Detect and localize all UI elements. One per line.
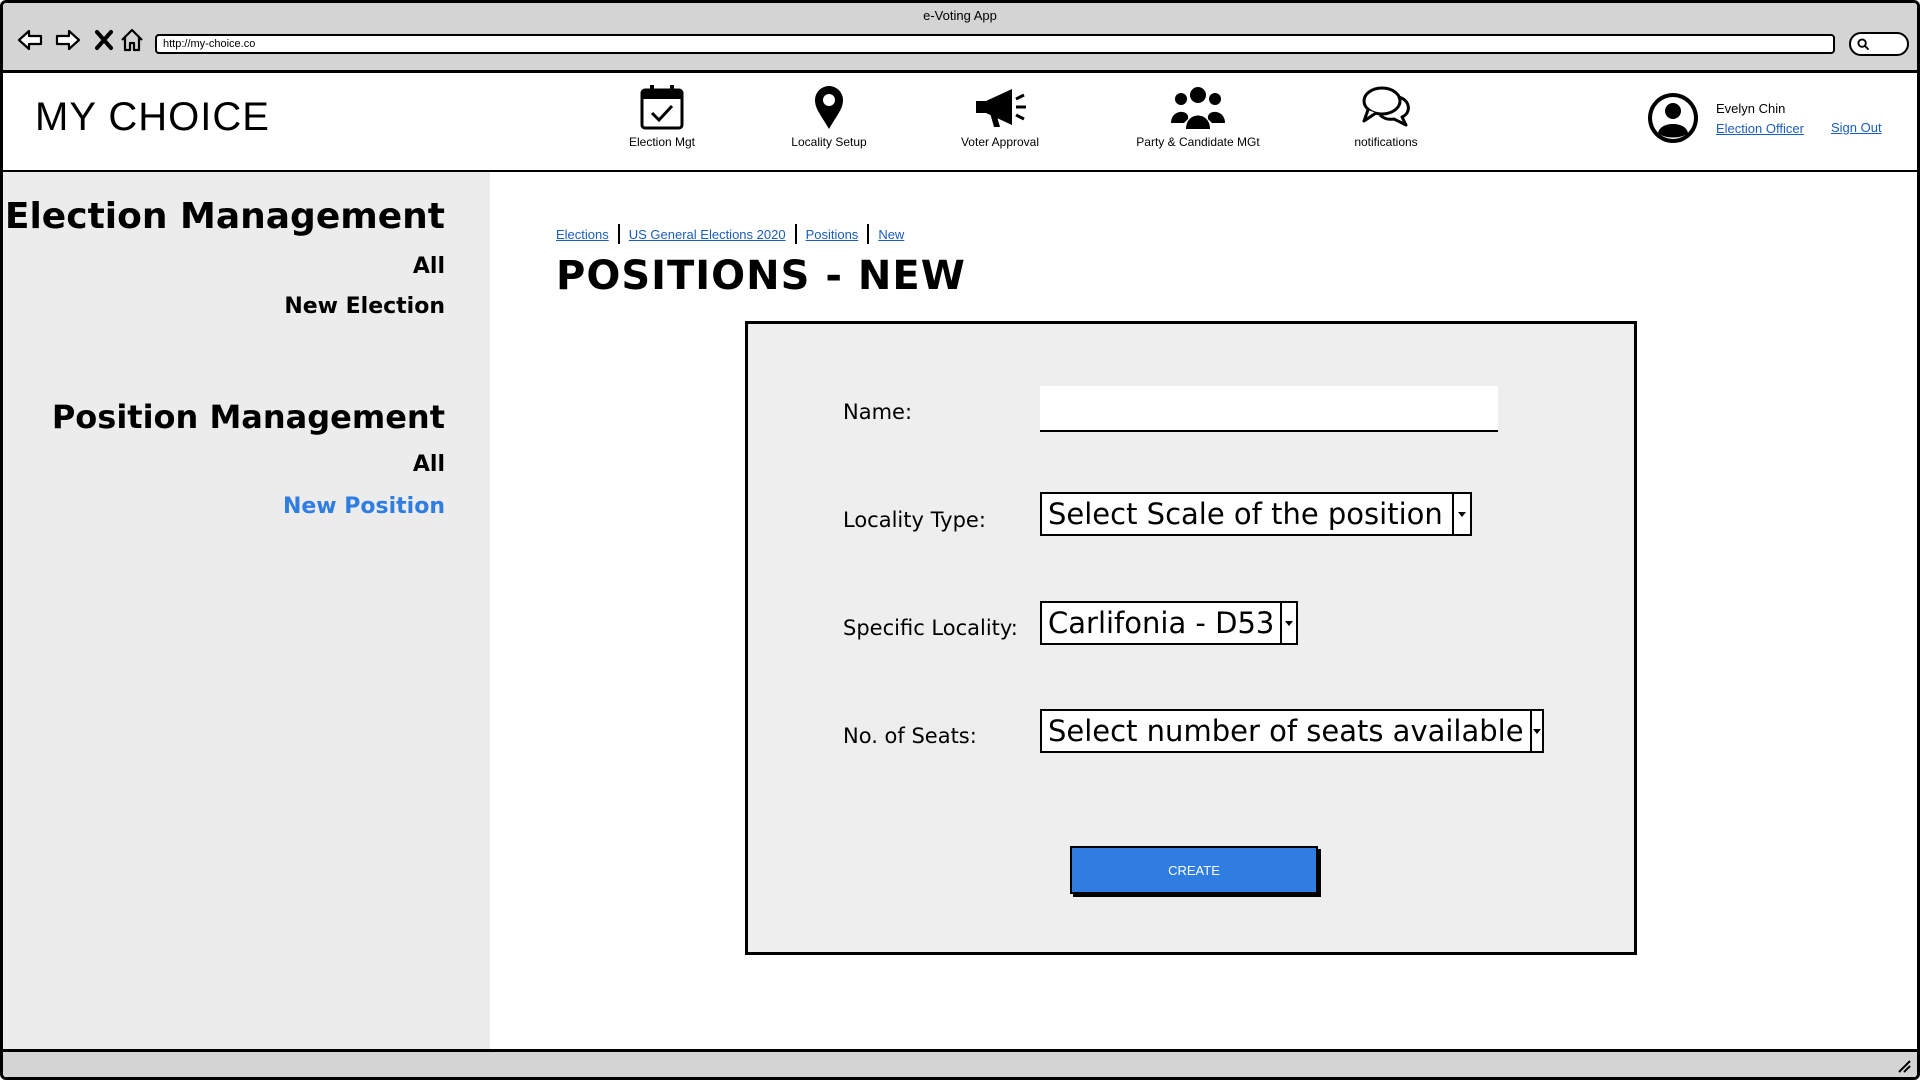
nav-label: notifications	[1354, 135, 1418, 149]
browser-window: e-Voting App http://my-choice.co MY CHOI…	[0, 0, 1920, 1080]
app-header: MY CHOICE Election Mgt Locality Setup Vo…	[3, 73, 1917, 172]
back-icon[interactable]	[15, 25, 45, 55]
chevron-down-icon[interactable]	[1280, 603, 1296, 643]
name-input[interactable]	[1040, 386, 1498, 432]
breadcrumb: Elections US General Elections 2020 Posi…	[556, 224, 904, 244]
sidebar: Election Management All New Election Pos…	[3, 172, 490, 1052]
specific-locality-select[interactable]: Carlifonia - D53	[1040, 601, 1298, 645]
user-name: Evelyn Chin	[1716, 101, 1786, 116]
seats-select[interactable]: Select number of seats available	[1040, 709, 1544, 753]
breadcrumb-separator	[794, 224, 797, 244]
window-title: e-Voting App	[923, 8, 997, 23]
nav-notifications[interactable]: notifications	[1311, 83, 1461, 149]
chevron-down-icon[interactable]	[1529, 711, 1542, 751]
stop-icon[interactable]	[89, 25, 119, 55]
sidebar-item-elections-all[interactable]: All	[413, 254, 445, 279]
map-pin-icon	[815, 86, 843, 129]
sidebar-heading-election-management: Election Management	[4, 196, 445, 237]
nav-locality-setup[interactable]: Locality Setup	[754, 83, 904, 149]
breadcrumb-elections[interactable]: Elections	[556, 227, 609, 242]
name-label: Name:	[843, 400, 913, 424]
create-button[interactable]: CREATE	[1070, 846, 1318, 894]
app-brand[interactable]: MY CHOICE	[35, 95, 270, 140]
specific-locality-label: Specific Locality:	[843, 616, 1018, 640]
nav-label: Voter Approval	[960, 135, 1040, 149]
breadcrumb-new[interactable]: New	[878, 227, 904, 242]
page-title: POSITIONS - NEW	[556, 253, 966, 299]
sidebar-heading-position-management: Position Management	[51, 398, 445, 436]
breadcrumb-positions[interactable]: Positions	[806, 227, 859, 242]
chevron-down-icon[interactable]	[1452, 494, 1470, 534]
nav-voter-approval[interactable]: Voter Approval	[925, 83, 1075, 149]
locality-type-select[interactable]: Select Scale of the position	[1040, 492, 1472, 536]
seats-value: Select number of seats available	[1048, 714, 1524, 748]
home-icon[interactable]	[117, 25, 147, 55]
calendar-check-icon	[640, 85, 684, 130]
chat-bubbles-icon	[1362, 86, 1410, 127]
avatar[interactable]	[1646, 91, 1700, 145]
url-bar[interactable]: http://my-choice.co	[155, 34, 1835, 54]
browser-toolbar: e-Voting App http://my-choice.co	[3, 3, 1917, 73]
breadcrumb-separator	[867, 224, 870, 244]
sidebar-item-new-position[interactable]: New Position	[283, 494, 445, 519]
forward-icon[interactable]	[53, 25, 83, 55]
browser-statusbar	[3, 1049, 1917, 1077]
locality-type-label: Locality Type:	[843, 508, 986, 532]
group-icon	[1171, 87, 1225, 129]
user-role-link[interactable]: Election Officer	[1716, 121, 1804, 136]
seats-label: No. of Seats:	[843, 724, 977, 748]
resize-grip-icon[interactable]	[1895, 1057, 1911, 1073]
nav-party-candidate[interactable]: Party & Candidate MGt	[1123, 83, 1273, 149]
position-form: Name: Locality Type: Select Scale of the…	[745, 321, 1637, 955]
breadcrumb-separator	[617, 224, 620, 244]
locality-type-value: Select Scale of the position	[1048, 497, 1443, 531]
sidebar-item-new-election[interactable]: New Election	[284, 294, 445, 319]
sidebar-item-positions-all[interactable]: All	[413, 452, 445, 477]
search-icon	[1857, 38, 1870, 51]
specific-locality-value: Carlifonia - D53	[1048, 606, 1275, 640]
nav-label: Locality Setup	[791, 135, 867, 149]
megaphone-icon	[976, 89, 1026, 127]
breadcrumb-us-general-elections[interactable]: US General Elections 2020	[629, 227, 786, 242]
nav-election-mgt[interactable]: Election Mgt	[587, 83, 737, 149]
nav-label: Election Mgt	[628, 135, 696, 149]
sign-out-link[interactable]: Sign Out	[1831, 120, 1882, 135]
browser-search-field[interactable]	[1849, 32, 1909, 56]
nav-label: Party & Candidate MGt	[1136, 135, 1260, 149]
